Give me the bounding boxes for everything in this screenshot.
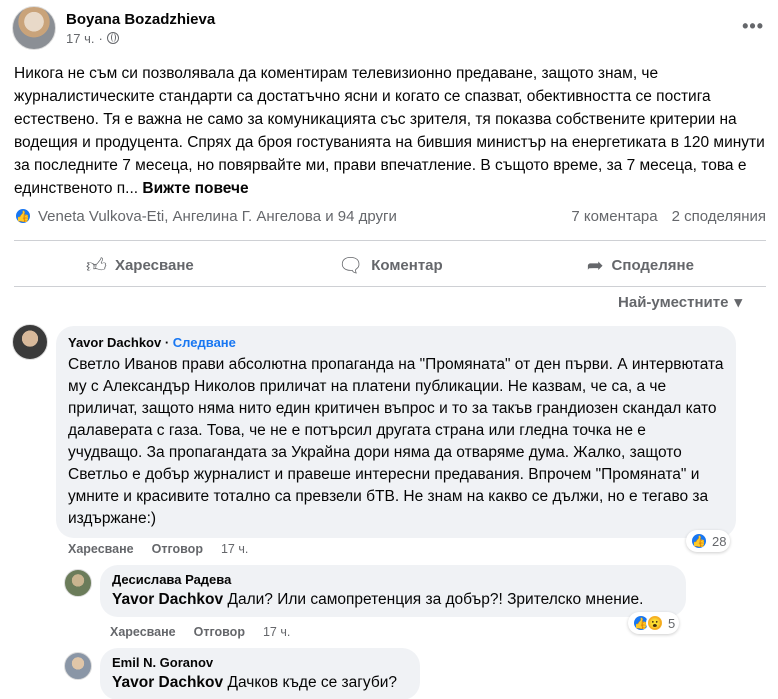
more-options-icon[interactable]: ••• bbox=[742, 16, 764, 37]
sort-label: Най-уместните bbox=[618, 293, 729, 311]
comment-author[interactable]: Emil N. Goranov bbox=[112, 654, 408, 672]
chevron-down-icon: ▾ bbox=[734, 294, 742, 311]
reactions-right: 7 коментара 2 споделяния bbox=[571, 208, 766, 225]
reactions-left[interactable]: 👍 Veneta Vulkova-Eti, Ангелина Г. Ангело… bbox=[14, 207, 397, 225]
shares-count[interactable]: 2 споделяния bbox=[672, 208, 766, 225]
comment-icon: 🗨︎ bbox=[337, 255, 364, 277]
comment-button[interactable]: 🗨︎ Коментар bbox=[326, 247, 455, 284]
comment-author-line: Yavor Dachkov · Следване bbox=[68, 334, 724, 352]
reply-text-line: Yavor Dachkov Дали? Или самопретенция за… bbox=[112, 589, 674, 611]
post-author[interactable]: Boyana Bozadzhieva bbox=[66, 11, 215, 28]
share-icon: ➦ bbox=[586, 255, 604, 277]
comment-sort-dropdown[interactable]: Най-уместните ▾ bbox=[618, 293, 742, 312]
share-button-label: Споделяне bbox=[611, 257, 694, 274]
post-body: Никога не съм си позволявала да коментир… bbox=[14, 62, 766, 200]
post-actions: 👍︎ Харесване 🗨︎ Коментар ➦ Споделяне bbox=[14, 247, 766, 284]
author-avatar[interactable] bbox=[12, 6, 56, 50]
separator-dot: · bbox=[98, 30, 103, 46]
post-header: Boyana Bozadzhieva 17 ч. · bbox=[12, 6, 215, 50]
comment-text: Светло Иванов прави абсолютна пропаганда… bbox=[68, 356, 724, 527]
mention-link[interactable]: Yavor Dachkov bbox=[112, 674, 223, 691]
comment-text: Дачков къде се загуби? bbox=[227, 674, 398, 691]
reaction-count: 5 bbox=[668, 615, 676, 631]
comment-reply-button[interactable]: Отговор bbox=[194, 625, 245, 639]
like-reaction-icon: 👍 bbox=[14, 207, 32, 225]
reactions-text[interactable]: Veneta Vulkova-Eti, Ангелина Г. Ангелова… bbox=[38, 208, 397, 225]
reply-bubble: Десислава Радева Yavor Dachkov Дали? Или… bbox=[100, 565, 686, 617]
comment-text: Дали? Или самопретенция за добър?! Зрите… bbox=[227, 591, 644, 608]
like-button[interactable]: 👍︎ Харесване bbox=[74, 247, 206, 284]
comment-author[interactable]: Десислава Радева bbox=[112, 571, 674, 589]
thumbs-up-icon: 👍︎ bbox=[86, 254, 107, 277]
comment-reactions[interactable]: 👍 28 bbox=[686, 530, 731, 552]
see-more-link[interactable]: Вижте повече bbox=[142, 180, 248, 197]
like-reaction-icon: 👍 bbox=[690, 532, 708, 550]
comment-actions: Харесване Отговор 17 ч. bbox=[110, 625, 290, 639]
reactions-summary: 👍 Veneta Vulkova-Eti, Ангелина Г. Ангело… bbox=[14, 207, 766, 225]
comment-time[interactable]: 17 ч. bbox=[263, 625, 290, 639]
mention-link[interactable]: Yavor Dachkov bbox=[112, 591, 223, 608]
reply-bubble: Emil N. Goranov Yavor Dachkov Дачков къд… bbox=[100, 648, 420, 699]
comment-bubble: Yavor Dachkov · Следване Светло Иванов п… bbox=[56, 326, 736, 538]
reaction-count: 28 bbox=[712, 533, 727, 549]
globe-icon bbox=[106, 32, 119, 44]
wow-reaction-icon: 😮 bbox=[646, 614, 664, 632]
separator-dot: · bbox=[164, 335, 173, 350]
post-text: Никога не съм си позволявала да коментир… bbox=[14, 65, 765, 197]
post-header-text: Boyana Bozadzhieva 17 ч. · bbox=[66, 11, 215, 46]
post-time[interactable]: 17 ч. bbox=[66, 31, 94, 46]
comment-button-label: Коментар bbox=[371, 257, 443, 274]
commenter-avatar[interactable] bbox=[12, 324, 48, 360]
comments-count[interactable]: 7 коментара bbox=[571, 208, 657, 225]
follow-button[interactable]: Следване bbox=[173, 335, 236, 350]
divider bbox=[14, 286, 766, 287]
post-meta: 17 ч. · bbox=[66, 31, 215, 46]
comment-like-button[interactable]: Харесване bbox=[110, 625, 176, 639]
like-button-label: Харесване bbox=[114, 257, 194, 274]
share-button[interactable]: ➦ Споделяне bbox=[575, 247, 706, 284]
commenter-avatar[interactable] bbox=[64, 652, 92, 680]
comment-actions: Харесване Отговор 17 ч. bbox=[68, 542, 248, 556]
divider bbox=[14, 240, 766, 241]
comment-author[interactable]: Yavor Dachkov bbox=[68, 335, 161, 350]
comment-like-button[interactable]: Харесване bbox=[68, 542, 134, 556]
commenter-avatar[interactable] bbox=[64, 569, 92, 597]
reply-text-line: Yavor Dachkov Дачков къде се загуби? bbox=[112, 672, 408, 694]
comment-time[interactable]: 17 ч. bbox=[221, 542, 248, 556]
comment-reactions[interactable]: 👍 😮 5 bbox=[628, 612, 680, 634]
comment-reply-button[interactable]: Отговор bbox=[152, 542, 203, 556]
